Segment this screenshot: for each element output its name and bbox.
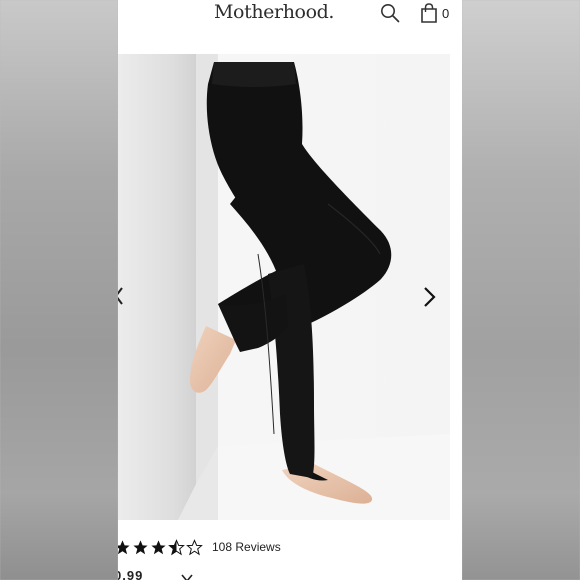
product-page: Motherhood. 0 108 Reviews .99 [118, 0, 462, 580]
star-empty-icon [186, 538, 203, 555]
product-image-gallery[interactable] [118, 54, 450, 520]
chevron-down-icon[interactable] [180, 573, 194, 580]
chevron-right-icon[interactable] [422, 286, 436, 308]
chevron-left-icon[interactable] [118, 286, 124, 306]
brand-logo[interactable]: Motherhood. [214, 1, 334, 23]
cart-count[interactable]: 0 [442, 6, 449, 21]
product-photo [118, 54, 450, 520]
blurred-background-right [462, 0, 580, 580]
star-filled-icon [133, 539, 148, 554]
star-filled-icon [118, 539, 130, 554]
reviews-link[interactable]: 108 Reviews [212, 540, 281, 554]
star-filled-icon [151, 539, 166, 554]
shopping-bag-icon[interactable] [420, 3, 438, 23]
site-header: Motherhood. 0 [118, 0, 462, 40]
blurred-background-left [0, 0, 118, 580]
product-price: 0.99 [118, 568, 144, 580]
search-icon[interactable] [380, 3, 400, 23]
screenshot-frame: Motherhood. 0 108 Reviews .99 [0, 0, 580, 580]
star-half-icon [168, 538, 185, 555]
product-rating[interactable]: 108 Reviews [118, 537, 281, 557]
